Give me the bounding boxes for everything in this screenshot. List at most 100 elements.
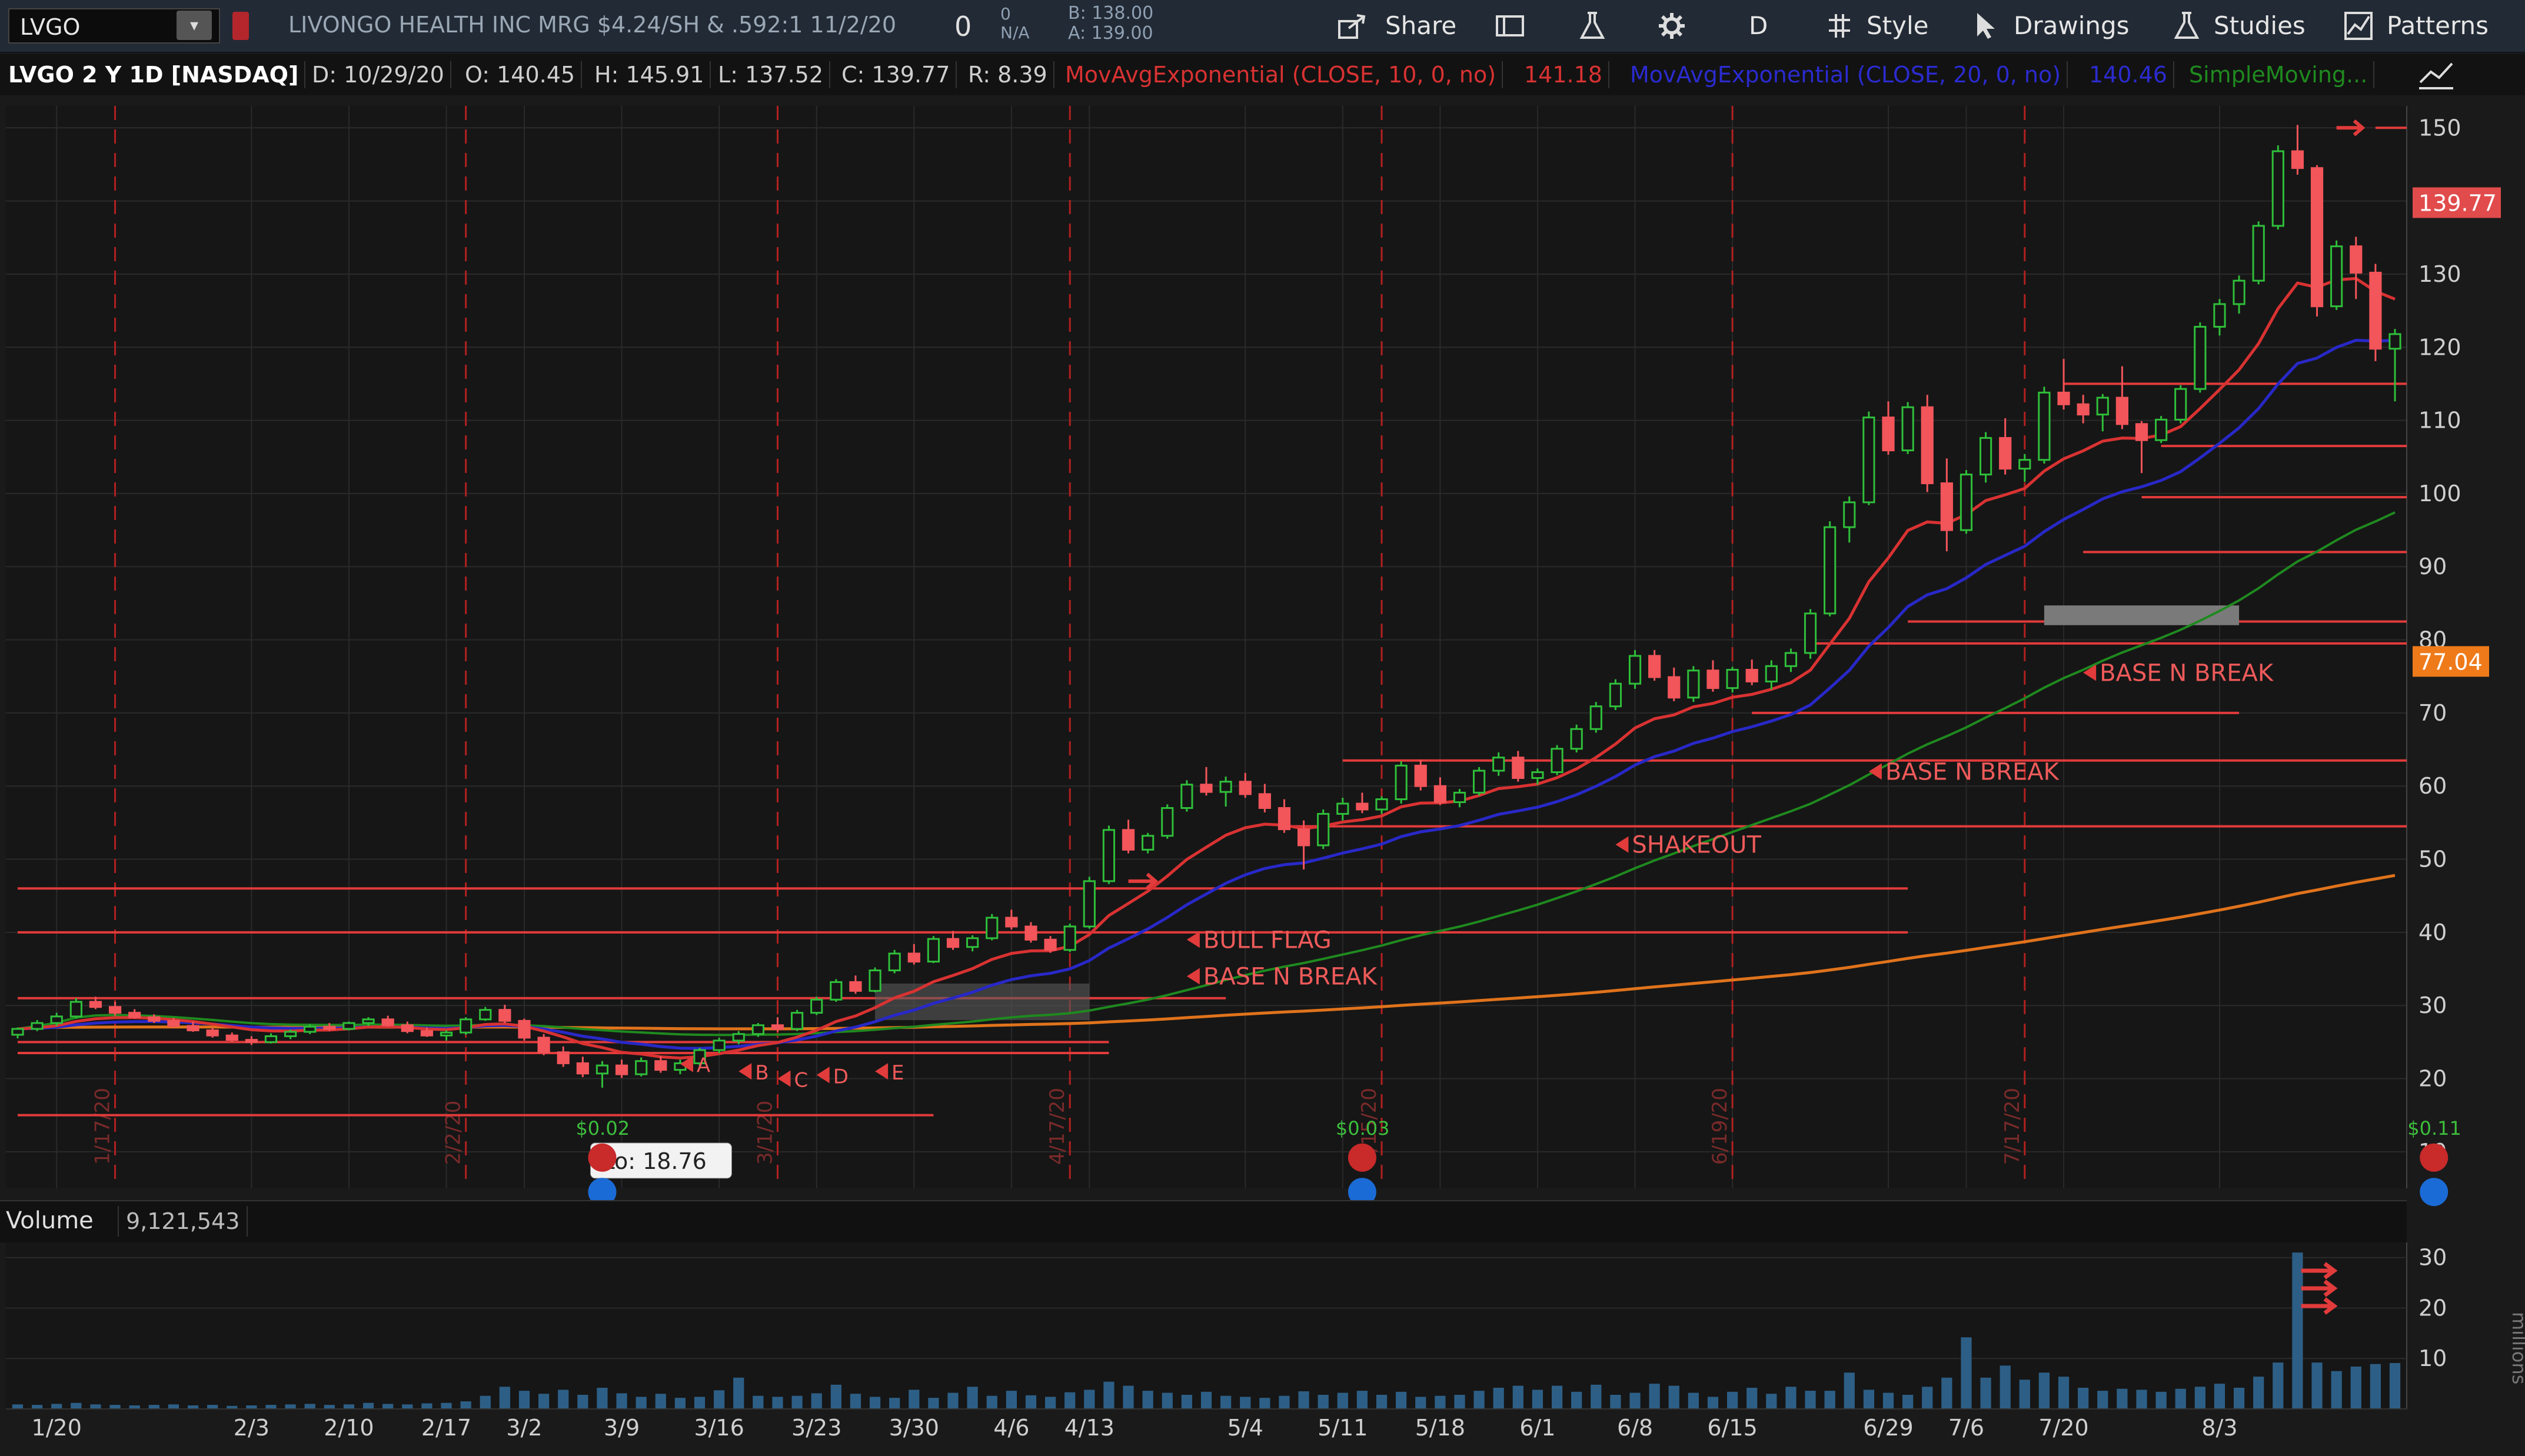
candle-body: [2388, 333, 2401, 350]
candle: [1102, 825, 1116, 884]
candle-body: [2038, 391, 2051, 461]
candle: [1609, 679, 1622, 710]
volume-bar: [1512, 1385, 1523, 1409]
volume-bar: [772, 1397, 783, 1409]
last-price-label: 139.77: [2418, 190, 2497, 216]
month-label: 6/19/20: [1708, 1088, 1732, 1165]
gear-icon[interactable]: [1656, 11, 1687, 41]
studies-button[interactable]: Studies: [2214, 11, 2306, 41]
candle-body: [69, 1001, 82, 1018]
volume-bar: [1044, 1397, 1056, 1409]
chart-layout-icon[interactable]: [1495, 11, 1525, 41]
candle: [927, 936, 940, 964]
volume-bar: [2253, 1377, 2264, 1409]
volume-bar: [1025, 1395, 1037, 1409]
legend-sma[interactable]: SimpleMoving...: [2183, 61, 2375, 88]
volume-bar: [2292, 1252, 2303, 1409]
volume-bar: [1337, 1392, 1348, 1409]
candle-body: [986, 917, 999, 939]
candle: [2038, 387, 2051, 464]
candle-body: [635, 1060, 648, 1075]
volume-bar: [2214, 1384, 2225, 1409]
candle-body: [1512, 757, 1525, 779]
dividend-icon: [2420, 1178, 2449, 1207]
candle-body: [50, 1015, 63, 1024]
volume-bar: [967, 1387, 978, 1409]
candle-body: [1356, 802, 1369, 811]
time-tick-label: 3/23: [791, 1415, 841, 1441]
candle-body: [1473, 769, 1486, 794]
candle-body: [245, 1039, 258, 1043]
drawings-button[interactable]: Drawings: [2014, 11, 2130, 41]
candle: [1921, 395, 1934, 492]
candle-body: [596, 1064, 609, 1075]
volume-bar: [2078, 1387, 2089, 1409]
volume-bar: [1922, 1387, 1933, 1409]
patterns-icon[interactable]: [2343, 11, 2374, 41]
candle-body: [31, 1022, 44, 1030]
period-button[interactable]: D: [1749, 11, 1768, 41]
volume-bar: [285, 1404, 296, 1409]
volume-bar: [1551, 1385, 1563, 1409]
patterns-button[interactable]: Patterns: [2387, 11, 2489, 41]
legend-low: L: 137.52: [712, 61, 831, 88]
volume-bar: [714, 1390, 725, 1409]
legend-ema20[interactable]: MovAvgExponential (CLOSE, 20, 0, no): [1624, 61, 2068, 88]
volume-bar: [889, 1398, 900, 1409]
style-button[interactable]: Style: [1867, 11, 1929, 41]
candle-body: [654, 1060, 667, 1071]
flag-icon[interactable]: [232, 12, 249, 40]
candle-body: [1648, 655, 1661, 678]
volume-bar: [1610, 1394, 1621, 1409]
volume-header: Volume 9,121,543: [0, 1200, 2407, 1242]
candle-body: [1336, 802, 1349, 815]
candle: [1979, 432, 1992, 483]
share-icon[interactable]: [1337, 11, 1368, 41]
candle-body: [2018, 459, 2031, 470]
net-change-percent: N/A: [1000, 23, 1030, 42]
cursor-icon[interactable]: [1971, 11, 2002, 41]
time-tick-label: 6/1: [1519, 1415, 1555, 1441]
candle: [1960, 470, 1973, 534]
candle: [888, 949, 901, 974]
price-tick-label: 110: [2418, 408, 2461, 434]
candle-body: [713, 1039, 726, 1051]
candle-body: [2233, 279, 2245, 305]
volume-bar: [1064, 1392, 1076, 1409]
candle-body: [2252, 225, 2265, 282]
volume-bar: [1181, 1394, 1192, 1409]
volume-bar: [636, 1397, 647, 1409]
symbol-dropdown-icon[interactable]: ▾: [177, 11, 212, 40]
flask-icon[interactable]: [1577, 11, 1608, 41]
legend-high: H: 145.91: [588, 61, 711, 88]
candle: [1142, 832, 1155, 854]
candle-body: [927, 938, 940, 963]
time-tick-label: 6/8: [1617, 1415, 1653, 1441]
price-tick-label: 20: [2418, 1066, 2447, 1092]
volume-bar: [986, 1395, 997, 1409]
volume-bar: [694, 1397, 706, 1409]
style-icon[interactable]: [1824, 11, 1855, 41]
time-tick-label: 2/10: [324, 1415, 374, 1441]
price-tick-label: 120: [2418, 334, 2461, 360]
volume-bar: [1396, 1391, 1407, 1409]
legend-ema10[interactable]: MovAvgExponential (CLOSE, 10, 0, no): [1059, 61, 1503, 88]
earnings-value: $0.02: [575, 1117, 630, 1140]
price-chart[interactable]: 1/17/20 2/2/20 3/1/20 4/17/20 5/15/20 6/19/20…: [0, 95, 2525, 1456]
volume-bar: [1279, 1395, 1290, 1409]
share-button[interactable]: Share: [1385, 11, 1456, 41]
volume-bar: [753, 1395, 764, 1409]
candle: [479, 1007, 492, 1021]
studies-icon[interactable]: [2171, 11, 2202, 41]
volume-bar: [1863, 1390, 1875, 1409]
chart-settings-icon[interactable]: [2416, 59, 2457, 92]
volume-bar: [1571, 1391, 1582, 1409]
bid-ask: B: 138.00 A: 139.00: [1068, 4, 1153, 44]
candle-body: [2135, 423, 2148, 441]
volume-bar: [2097, 1391, 2108, 1409]
volume-bar: [1084, 1390, 1095, 1409]
volume-bar: [148, 1405, 159, 1409]
time-tick-label: 5/18: [1415, 1415, 1465, 1441]
candle: [2155, 416, 2168, 444]
candle-body: [830, 981, 843, 1001]
